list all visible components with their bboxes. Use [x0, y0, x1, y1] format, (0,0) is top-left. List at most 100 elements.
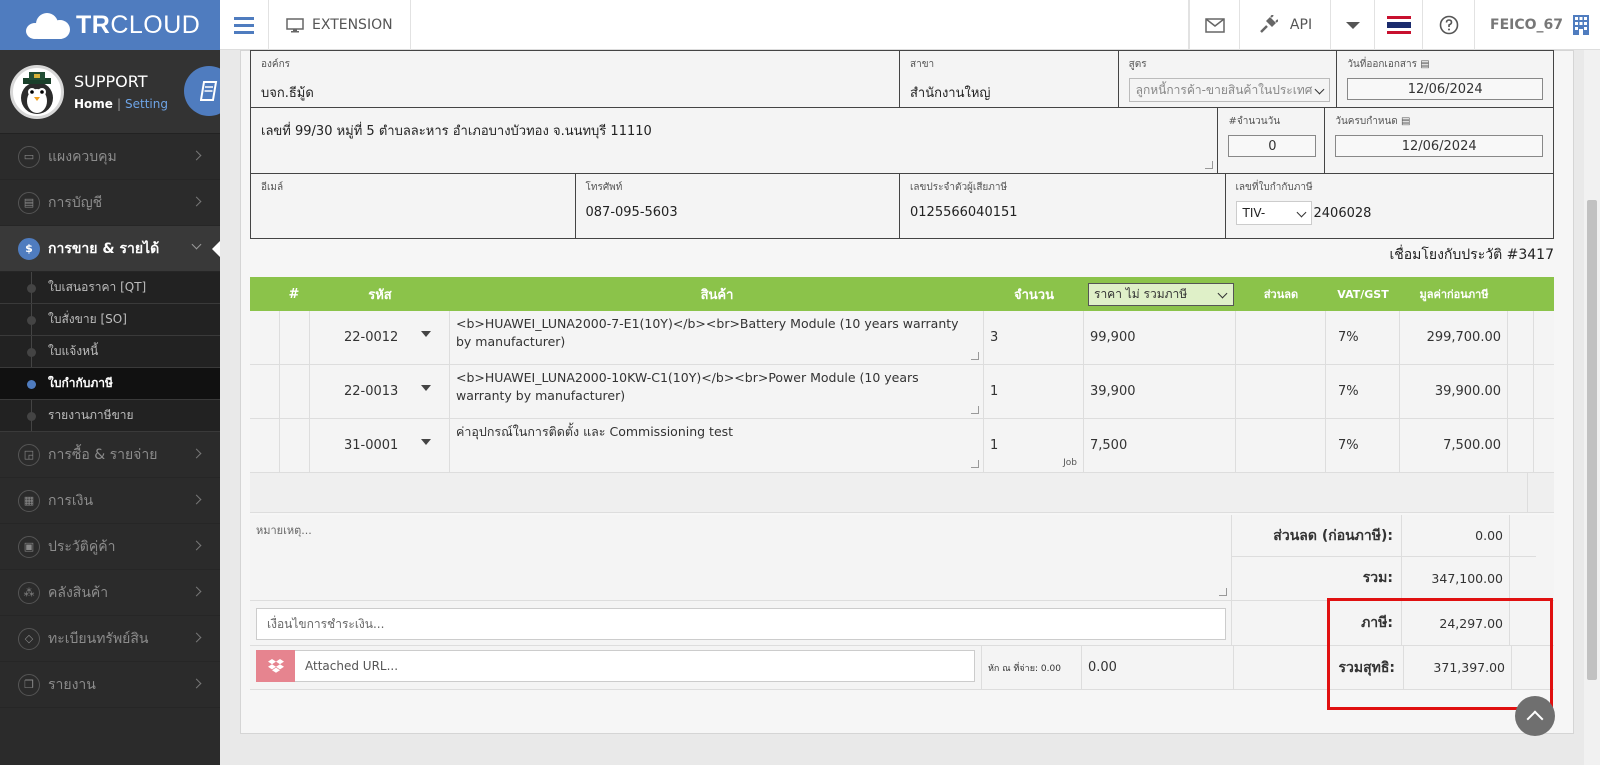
dropbox-icon — [267, 659, 284, 673]
days-input[interactable]: 0 — [1228, 135, 1317, 157]
withholding-label: หัก ณ ที่จ่าย: 0.00 — [982, 646, 1082, 689]
submenu-tax-invoice[interactable]: ใบกำกับภาษี — [0, 368, 220, 400]
submenu-invoice[interactable]: ใบแจ้งหนี้ — [0, 336, 220, 368]
dollar-icon: $ — [18, 237, 40, 260]
row-drag-handle[interactable] — [250, 311, 280, 364]
submenu-sales-tax-report[interactable]: รายงานภาษีขาย — [0, 400, 220, 432]
col-vat: VAT/GST — [1337, 287, 1389, 301]
caret-down-icon — [421, 331, 431, 337]
branch-value[interactable]: สำนักงานใหญ่ — [910, 82, 1108, 103]
diamond-icon: ◇ — [18, 627, 40, 650]
history-link[interactable]: เชื่อมโยงกับประวัติ #3417 — [1389, 244, 1554, 266]
note-textarea[interactable]: หมายเหตุ... — [250, 515, 1232, 600]
calendar-icon: ▦ — [18, 489, 40, 512]
nav-partner-history[interactable]: ▣ ประวัติคู่ค้า — [0, 524, 220, 570]
discount-input[interactable] — [1236, 419, 1326, 472]
tax-id-input[interactable]: 0125566040151 — [910, 205, 1215, 220]
price-input[interactable]: 39,900 — [1084, 365, 1236, 418]
resize-handle[interactable] — [1205, 161, 1214, 169]
price-input[interactable]: 7,500 — [1084, 419, 1236, 472]
monitor-icon — [286, 17, 304, 32]
formula-select[interactable]: ลูกหนี้การค้า-ขายสินค้าในประเทศ — [1128, 78, 1331, 102]
contact-icon: ▣ — [18, 535, 40, 558]
menu-toggle-button[interactable] — [220, 0, 269, 50]
nav-sales-income[interactable]: $ การขาย & รายได้ — [0, 226, 220, 272]
extension-button[interactable]: EXTENSION — [269, 0, 411, 50]
table-row: 22-0012 <b>HUAWEI_LUNA2000-7-E1(10Y)</b>… — [250, 311, 1554, 365]
col-discount: ส่วนลด — [1263, 288, 1299, 301]
extension-label: EXTENSION — [312, 17, 393, 33]
hamburger-icon — [234, 16, 254, 34]
resize-handle[interactable] — [1219, 588, 1227, 596]
price-input[interactable]: 99,900 — [1084, 311, 1236, 364]
discount-total-label: ส่วนลด (ก่อนภาษี): — [1232, 515, 1402, 556]
dropbox-button[interactable] — [256, 650, 295, 682]
setting-link[interactable]: Setting — [125, 97, 168, 111]
row-drag-handle[interactable] — [250, 365, 280, 418]
sidebar: SUPPORT Home | Setting ▭ แผงควบคุม ▤ การบั… — [0, 50, 234, 765]
qty-input[interactable]: 1 — [984, 365, 1084, 418]
attached-url-input[interactable]: Attached URL... — [295, 650, 975, 682]
avatar[interactable] — [10, 64, 64, 119]
resize-handle[interactable] — [971, 352, 979, 360]
withholding-value: 0.00 — [1082, 646, 1234, 689]
discount-input[interactable] — [1236, 365, 1326, 418]
help-button[interactable] — [1422, 0, 1474, 50]
chevron-right-icon — [191, 540, 202, 551]
discount-input[interactable] — [1236, 311, 1326, 364]
nav-finance[interactable]: ▦ การเงิน — [0, 478, 220, 524]
payment-condition-input[interactable]: เงื่อนไขการชำระเงิน... — [256, 608, 1226, 640]
qty-input[interactable]: 1 Job — [984, 419, 1084, 472]
address-textarea[interactable]: เลขที่ 99/30 หมู่ที่ 5 ตำบลละหาร อำเภอบา… — [261, 120, 1207, 141]
code-select[interactable]: 22-0012 — [310, 311, 450, 364]
nav-purchase-expense[interactable]: ◲ การซื้อ & รายจ่าย — [0, 432, 220, 478]
user-menu-button[interactable]: FEICO_67 — [1474, 0, 1600, 50]
scroll-to-top-button[interactable] — [1515, 696, 1555, 736]
phone-input[interactable]: 087-095-5603 — [586, 205, 890, 220]
cloud-icon — [26, 11, 72, 39]
submenu-sales-order[interactable]: ใบสั่งขาย [SO] — [0, 304, 220, 336]
language-button[interactable] — [1374, 0, 1422, 50]
user-profile: SUPPORT Home | Setting — [0, 50, 234, 134]
org-value[interactable]: บจก.ธีมู้ด — [261, 82, 889, 103]
description-textarea[interactable]: ค่าอุปกรณ์ในการติดตั้ง และ Commissioning… — [450, 419, 984, 472]
messages-button[interactable] — [1189, 0, 1239, 50]
subtotal-label: รวม: — [1232, 557, 1402, 599]
nav-inventory[interactable]: ⁂ คลังสินค้า — [0, 570, 220, 616]
description-textarea[interactable]: <b>HUAWEI_LUNA2000-7-E1(10Y)</b><br>Batt… — [450, 311, 984, 364]
tax-invoice-prefix-select[interactable]: TIV- — [1235, 201, 1312, 225]
invoice-header-form: องค์กร บจก.ธีมู้ด สาขา สำนักงานใหญ่ สูตร… — [250, 50, 1554, 239]
api-dropdown-button[interactable] — [1330, 0, 1374, 50]
resize-handle[interactable] — [971, 460, 979, 468]
scrollbar-thumb[interactable] — [1587, 200, 1597, 680]
username: FEICO_67 — [1490, 17, 1563, 33]
nav-accounting[interactable]: ▤ การบัญชี — [0, 180, 220, 226]
home-link[interactable]: Home — [74, 97, 113, 111]
vat-value: 7% — [1326, 311, 1400, 364]
amount-value: 7,500.00 — [1400, 419, 1508, 472]
submenu-quotation[interactable]: ใบเสนอราคา [QT] — [0, 272, 220, 304]
items-table-header: # รหัส สินค้า จำนวน ราคา ไม่ รวมภาษี ส่ว… — [250, 277, 1554, 311]
question-circle-icon — [1439, 15, 1458, 35]
nav-dashboard[interactable]: ▭ แผงควบคุม — [0, 134, 220, 180]
due-date-input[interactable]: 12/06/2024 — [1335, 135, 1543, 157]
resize-handle[interactable] — [971, 406, 979, 414]
branch-label: สาขา — [909, 59, 935, 70]
col-num: # — [288, 286, 300, 302]
code-select[interactable]: 22-0013 — [310, 365, 450, 418]
page-scrollbar[interactable] — [1584, 50, 1600, 765]
api-button[interactable]: API — [1239, 0, 1330, 50]
nav-reports[interactable]: ❐ รายงาน — [0, 662, 220, 708]
row-drag-handle[interactable] — [250, 419, 280, 472]
qty-input[interactable]: 3 — [984, 311, 1084, 364]
price-mode-select[interactable]: ราคา ไม่ รวมภาษี — [1088, 282, 1234, 306]
tax-invoice-number[interactable]: 2406028 — [1314, 206, 1372, 221]
description-textarea[interactable]: <b>HUAWEI_LUNA2000-10KW-C1(10Y)</b><br>P… — [450, 365, 984, 418]
envelope-icon — [1204, 17, 1225, 33]
brand-logo[interactable]: TRCLOUD — [0, 0, 220, 50]
code-select[interactable]: 31-0001 — [310, 419, 450, 472]
vat-value: 7% — [1326, 419, 1400, 472]
nav-asset-registry[interactable]: ◇ ทะเบียนทรัพย์สิน — [0, 616, 220, 662]
table-row: 22-0013 <b>HUAWEI_LUNA2000-10KW-C1(10Y)<… — [250, 365, 1554, 419]
doc-date-input[interactable]: 12/06/2024 — [1347, 78, 1543, 100]
